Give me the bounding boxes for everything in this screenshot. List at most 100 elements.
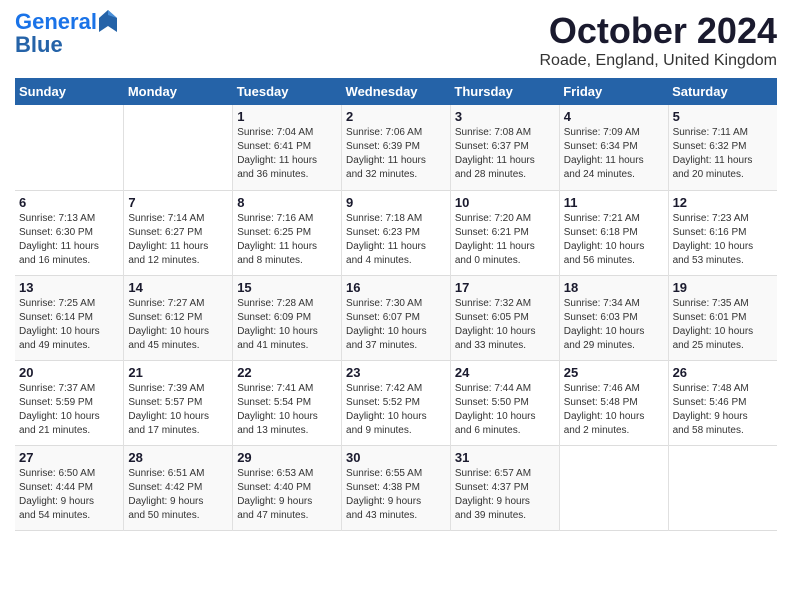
- day-number: 5: [673, 109, 773, 124]
- day-number: 27: [19, 450, 119, 465]
- calendar-week-2: 6 Sunrise: 7:13 AM Sunset: 6:30 PM Daylig…: [15, 190, 777, 275]
- calendar-week-4: 20 Sunrise: 7:37 AM Sunset: 5:59 PM Dayli…: [15, 360, 777, 445]
- day-number: 31: [455, 450, 555, 465]
- day-number: 10: [455, 195, 555, 210]
- day-info: Sunrise: 7:30 AM Sunset: 6:07 PM Dayligh…: [346, 297, 446, 353]
- calendar-cell: 16 Sunrise: 7:30 AM Sunset: 6:07 PM Dayli…: [342, 275, 451, 360]
- day-number: 11: [564, 195, 664, 210]
- calendar-header-row: SundayMondayTuesdayWednesdayThursdayFrid…: [15, 78, 777, 105]
- day-number: 4: [564, 109, 664, 124]
- day-info: Sunrise: 7:13 AM Sunset: 6:30 PM Dayligh…: [19, 212, 119, 268]
- logo: General Blue: [15, 10, 117, 58]
- day-info: Sunrise: 7:37 AM Sunset: 5:59 PM Dayligh…: [19, 382, 119, 438]
- calendar-cell: [124, 105, 233, 190]
- calendar-cell: 9Sunrise: 7:18 AM Sunset: 6:23 PM Daylig…: [342, 190, 451, 275]
- day-info: Sunrise: 6:53 AM Sunset: 4:40 PM Dayligh…: [237, 467, 337, 523]
- header-monday: Monday: [124, 78, 233, 105]
- logo-icon: [99, 10, 117, 32]
- calendar-cell: 18 Sunrise: 7:34 AM Sunset: 6:03 PM Dayli…: [559, 275, 668, 360]
- day-info: Sunrise: 7:11 AM Sunset: 6:32 PM Dayligh…: [673, 126, 773, 182]
- calendar-cell: 11 Sunrise: 7:21 AM Sunset: 6:18 PM Dayli…: [559, 190, 668, 275]
- calendar-cell: 21 Sunrise: 7:39 AM Sunset: 5:57 PM Dayli…: [124, 360, 233, 445]
- day-number: 19: [673, 280, 773, 295]
- calendar-cell: 28Sunrise: 6:51 AM Sunset: 4:42 PM Dayli…: [124, 445, 233, 530]
- page-header: General Blue October 2024 Roade, England…: [15, 10, 777, 70]
- day-info: Sunrise: 7:41 AM Sunset: 5:54 PM Dayligh…: [237, 382, 337, 438]
- calendar-week-1: 1 Sunrise: 7:04 AM Sunset: 6:41 PM Daylig…: [15, 105, 777, 190]
- day-info: Sunrise: 7:32 AM Sunset: 6:05 PM Dayligh…: [455, 297, 555, 353]
- calendar-cell: 31Sunrise: 6:57 AM Sunset: 4:37 PM Dayli…: [450, 445, 559, 530]
- calendar-cell: 1 Sunrise: 7:04 AM Sunset: 6:41 PM Daylig…: [233, 105, 342, 190]
- day-number: 21: [128, 365, 228, 380]
- day-info: Sunrise: 7:04 AM Sunset: 6:41 PM Dayligh…: [237, 126, 337, 182]
- header-thursday: Thursday: [450, 78, 559, 105]
- day-info: Sunrise: 6:50 AM Sunset: 4:44 PM Dayligh…: [19, 467, 119, 523]
- calendar-cell: 29 Sunrise: 6:53 AM Sunset: 4:40 PM Dayli…: [233, 445, 342, 530]
- day-number: 1: [237, 109, 337, 124]
- day-number: 23: [346, 365, 446, 380]
- day-info: Sunrise: 7:08 AM Sunset: 6:37 PM Dayligh…: [455, 126, 555, 182]
- day-number: 12: [673, 195, 773, 210]
- calendar-cell: 14 Sunrise: 7:27 AM Sunset: 6:12 PM Dayli…: [124, 275, 233, 360]
- calendar-body: 1 Sunrise: 7:04 AM Sunset: 6:41 PM Daylig…: [15, 105, 777, 530]
- day-number: 17: [455, 280, 555, 295]
- calendar-week-5: 27 Sunrise: 6:50 AM Sunset: 4:44 PM Dayli…: [15, 445, 777, 530]
- day-number: 16: [346, 280, 446, 295]
- month-title: October 2024: [540, 10, 778, 52]
- calendar-cell: 2 Sunrise: 7:06 AM Sunset: 6:39 PM Daylig…: [342, 105, 451, 190]
- day-info: Sunrise: 7:23 AM Sunset: 6:16 PM Dayligh…: [673, 212, 773, 268]
- day-number: 29: [237, 450, 337, 465]
- day-info: Sunrise: 7:21 AM Sunset: 6:18 PM Dayligh…: [564, 212, 664, 268]
- day-info: Sunrise: 7:46 AM Sunset: 5:48 PM Dayligh…: [564, 382, 664, 438]
- day-number: 28: [128, 450, 228, 465]
- day-number: 3: [455, 109, 555, 124]
- header-sunday: Sunday: [15, 78, 124, 105]
- day-info: Sunrise: 7:06 AM Sunset: 6:39 PM Dayligh…: [346, 126, 446, 182]
- day-number: 15: [237, 280, 337, 295]
- calendar-cell: 10Sunrise: 7:20 AM Sunset: 6:21 PM Dayli…: [450, 190, 559, 275]
- day-number: 30: [346, 450, 446, 465]
- day-number: 20: [19, 365, 119, 380]
- day-number: 22: [237, 365, 337, 380]
- day-info: Sunrise: 7:27 AM Sunset: 6:12 PM Dayligh…: [128, 297, 228, 353]
- calendar-cell: [668, 445, 777, 530]
- calendar-cell: 24Sunrise: 7:44 AM Sunset: 5:50 PM Dayli…: [450, 360, 559, 445]
- header-saturday: Saturday: [668, 78, 777, 105]
- calendar-cell: 7Sunrise: 7:14 AM Sunset: 6:27 PM Daylig…: [124, 190, 233, 275]
- calendar-cell: 22 Sunrise: 7:41 AM Sunset: 5:54 PM Dayli…: [233, 360, 342, 445]
- day-number: 25: [564, 365, 664, 380]
- calendar-cell: [559, 445, 668, 530]
- location: Roade, England, United Kingdom: [540, 52, 778, 70]
- calendar-cell: 25 Sunrise: 7:46 AM Sunset: 5:48 PM Dayli…: [559, 360, 668, 445]
- day-number: 13: [19, 280, 119, 295]
- day-number: 7: [128, 195, 228, 210]
- calendar-cell: 19Sunrise: 7:35 AM Sunset: 6:01 PM Dayli…: [668, 275, 777, 360]
- header-wednesday: Wednesday: [342, 78, 451, 105]
- day-info: Sunrise: 7:34 AM Sunset: 6:03 PM Dayligh…: [564, 297, 664, 353]
- header-tuesday: Tuesday: [233, 78, 342, 105]
- day-number: 14: [128, 280, 228, 295]
- calendar-cell: 23 Sunrise: 7:42 AM Sunset: 5:52 PM Dayli…: [342, 360, 451, 445]
- day-number: 8: [237, 195, 337, 210]
- day-info: Sunrise: 7:42 AM Sunset: 5:52 PM Dayligh…: [346, 382, 446, 438]
- calendar-week-3: 13Sunrise: 7:25 AM Sunset: 6:14 PM Dayli…: [15, 275, 777, 360]
- calendar-cell: 20 Sunrise: 7:37 AM Sunset: 5:59 PM Dayli…: [15, 360, 124, 445]
- day-info: Sunrise: 7:39 AM Sunset: 5:57 PM Dayligh…: [128, 382, 228, 438]
- logo-text: General: [15, 10, 97, 34]
- day-number: 24: [455, 365, 555, 380]
- day-number: 18: [564, 280, 664, 295]
- calendar-cell: 3 Sunrise: 7:08 AM Sunset: 6:37 PM Daylig…: [450, 105, 559, 190]
- day-info: Sunrise: 7:16 AM Sunset: 6:25 PM Dayligh…: [237, 212, 337, 268]
- calendar-cell: 17 Sunrise: 7:32 AM Sunset: 6:05 PM Dayli…: [450, 275, 559, 360]
- calendar-cell: 12 Sunrise: 7:23 AM Sunset: 6:16 PM Dayli…: [668, 190, 777, 275]
- calendar-cell: [15, 105, 124, 190]
- calendar-cell: 13Sunrise: 7:25 AM Sunset: 6:14 PM Dayli…: [15, 275, 124, 360]
- day-number: 2: [346, 109, 446, 124]
- day-info: Sunrise: 6:55 AM Sunset: 4:38 PM Dayligh…: [346, 467, 446, 523]
- day-info: Sunrise: 7:48 AM Sunset: 5:46 PM Dayligh…: [673, 382, 773, 438]
- logo-blue: Blue: [15, 32, 117, 58]
- calendar-table: SundayMondayTuesdayWednesdayThursdayFrid…: [15, 78, 777, 531]
- day-number: 6: [19, 195, 119, 210]
- calendar-cell: 6 Sunrise: 7:13 AM Sunset: 6:30 PM Daylig…: [15, 190, 124, 275]
- day-info: Sunrise: 7:09 AM Sunset: 6:34 PM Dayligh…: [564, 126, 664, 182]
